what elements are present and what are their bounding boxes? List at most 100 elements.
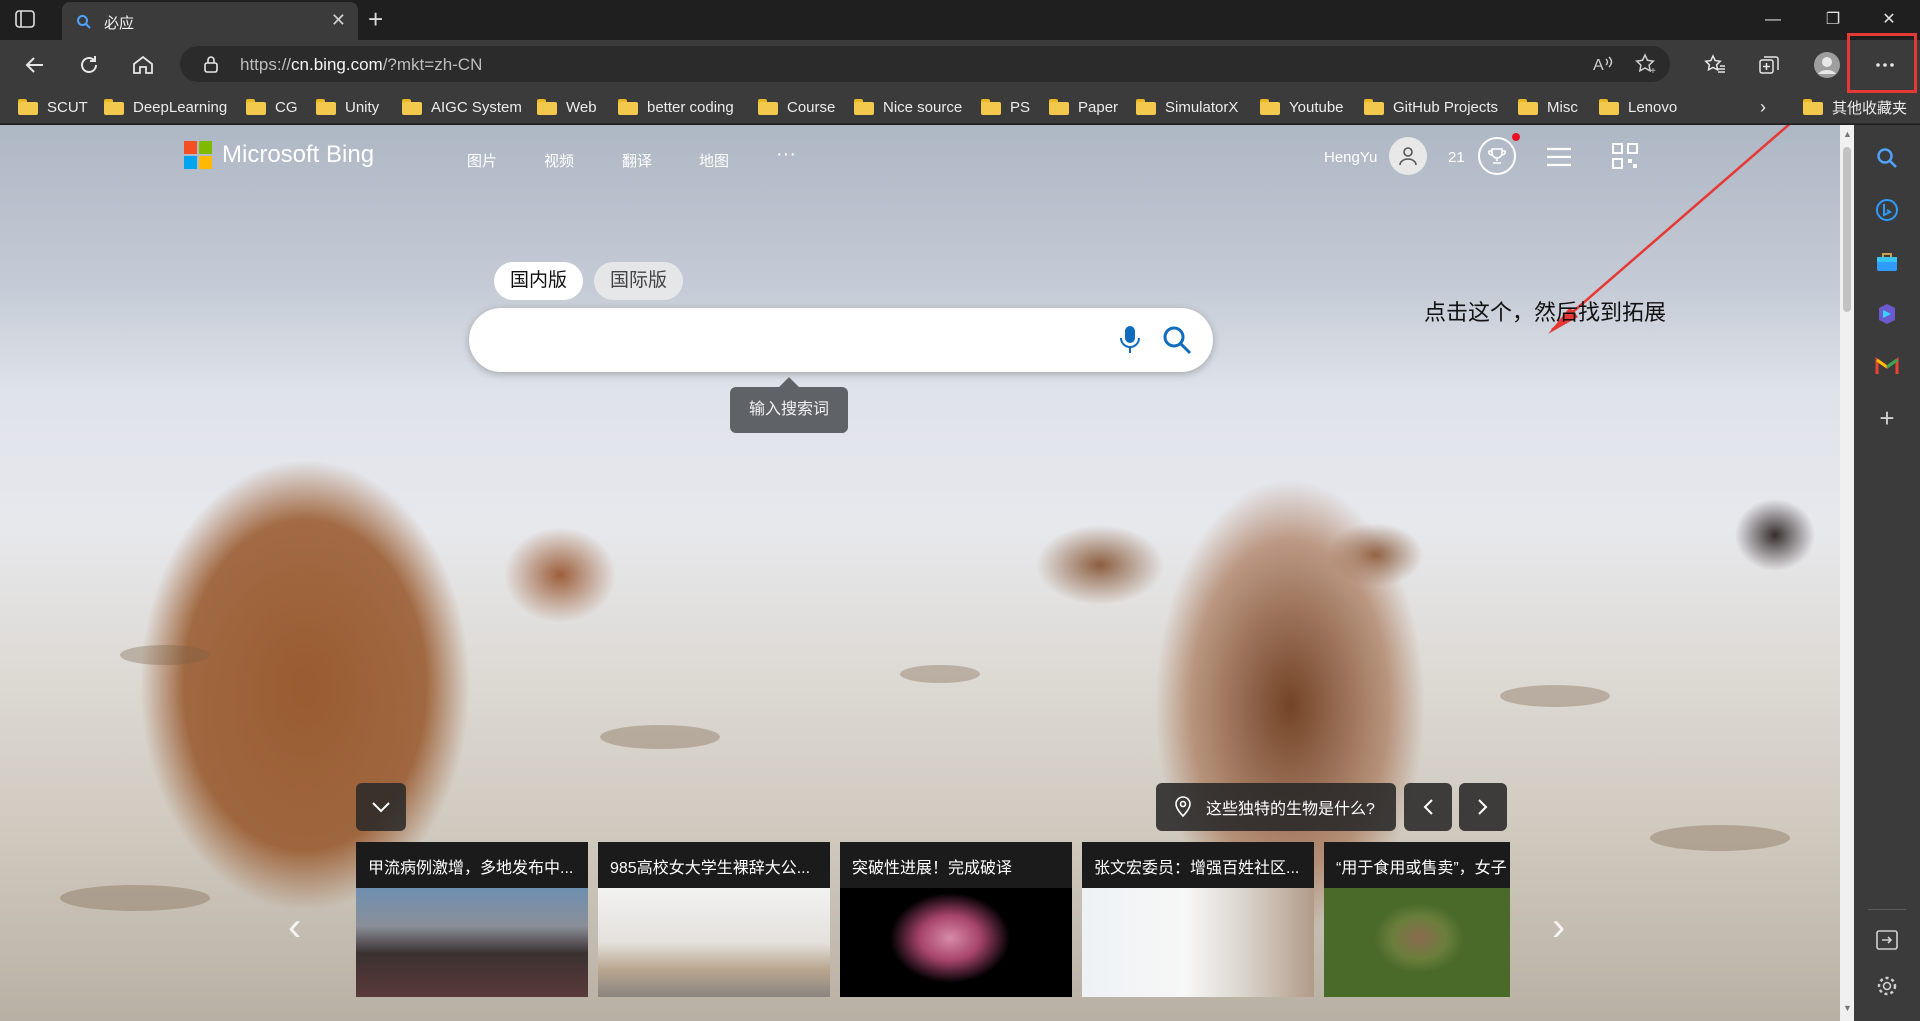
folder-icon [1364, 99, 1384, 115]
background-detail [60, 885, 210, 911]
news-card[interactable]: “用于食用或售卖”，女子 [1324, 842, 1510, 997]
bookmark-folder[interactable]: DeepLearning [104, 96, 227, 118]
news-thumbnail [840, 888, 1072, 997]
rewards-points[interactable]: 21 [1448, 149, 1465, 166]
news-thumbnail [1082, 888, 1314, 997]
bookmark-folder[interactable]: SCUT [18, 96, 88, 118]
version-domestic-tab[interactable]: 国内版 [494, 262, 584, 300]
folder-icon [1518, 99, 1538, 115]
image-quiz-button[interactable]: 这些独特的生物是什么? [1156, 783, 1396, 831]
svg-text:+: + [1650, 66, 1656, 75]
folder-icon [537, 99, 557, 115]
bookmark-folder[interactable]: SimulatorX [1136, 96, 1238, 118]
office-icon[interactable] [1874, 301, 1900, 327]
sidebar-search-icon[interactable] [1874, 145, 1900, 171]
toolbar: https://cn.bing.com/?mkt=zh-CN A + [0, 40, 1920, 88]
chevron-left-icon [1423, 799, 1433, 815]
nav-more[interactable]: ··· [776, 143, 796, 166]
bookmark-folder[interactable]: Lenovo [1599, 96, 1677, 118]
refresh-button[interactable] [74, 50, 104, 80]
scroll-down-arrow[interactable]: ▼ [1843, 1003, 1852, 1013]
bookmarks-bar: SCUT DeepLearning CG Unity AIGC System W… [0, 88, 1920, 124]
gmail-icon[interactable] [1874, 353, 1900, 379]
annotation-text: 点击这个，然后找到拓展 [1424, 300, 1667, 325]
home-button[interactable] [128, 50, 158, 80]
folder-icon [104, 99, 124, 115]
tab-actions-icon[interactable] [14, 8, 44, 32]
close-window-button[interactable]: ✕ [1866, 6, 1912, 34]
news-card[interactable]: 张文宏委员：增强百姓社区... [1082, 842, 1314, 997]
version-international-tab[interactable]: 国际版 [594, 262, 684, 300]
bookmark-folder[interactable]: Web [537, 96, 597, 118]
nav-images[interactable]: 图片 [467, 150, 497, 171]
bookmark-folder[interactable]: Course [758, 96, 835, 118]
collapse-feed-button[interactable] [356, 783, 406, 831]
user-name[interactable]: HengYu [1324, 149, 1377, 166]
page-scrollbar[interactable]: ▲ ▼ [1840, 125, 1854, 1021]
other-bookmarks-folder[interactable]: 其他收藏夹 [1803, 96, 1907, 118]
rewards-trophy-icon[interactable] [1478, 137, 1516, 175]
background-detail [120, 645, 210, 665]
sidebar-divider [1868, 909, 1906, 910]
person-icon [1399, 147, 1417, 166]
bookmark-folder[interactable]: GitHub Projects [1364, 96, 1498, 118]
back-button[interactable] [20, 50, 50, 80]
sidebar-settings-gear-icon[interactable] [1874, 973, 1900, 999]
minimize-button[interactable]: — [1750, 6, 1796, 34]
bookmark-folder[interactable]: AIGC System [402, 96, 522, 118]
search-icon[interactable] [1162, 325, 1192, 360]
add-favorite-icon[interactable]: + [1635, 53, 1659, 80]
address-bar[interactable]: https://cn.bing.com/?mkt=zh-CN A + [180, 46, 1670, 82]
bookmark-folder[interactable]: better coding [618, 96, 734, 118]
add-sidebar-app-icon[interactable]: + [1874, 403, 1900, 433]
carousel-prev-arrow[interactable]: ‹ [288, 905, 301, 950]
hide-sidebar-icon[interactable] [1874, 927, 1900, 953]
scroll-up-arrow[interactable]: ▲ [1843, 129, 1852, 139]
folder-icon [246, 99, 266, 115]
folder-icon [618, 99, 638, 115]
nav-maps[interactable]: 地图 [699, 150, 729, 171]
carousel-next-arrow[interactable]: › [1552, 905, 1565, 950]
more-bookmarks-chevron-icon[interactable]: › [1760, 96, 1766, 118]
user-avatar[interactable] [1389, 137, 1427, 175]
next-image-button[interactable] [1459, 783, 1507, 831]
scrollbar-thumb[interactable] [1843, 147, 1851, 312]
bookmark-folder[interactable]: Youtube [1260, 96, 1344, 118]
collections-icon[interactable] [1754, 50, 1784, 80]
news-card[interactable]: 甲流病例激增，多地发布中... [356, 842, 588, 997]
bookmark-folder[interactable]: Nice source [854, 96, 962, 118]
previous-image-button[interactable] [1404, 783, 1452, 831]
bing-chat-icon[interactable] [1874, 197, 1900, 223]
nav-translate[interactable]: 翻译 [622, 150, 652, 171]
url-text[interactable]: https://cn.bing.com/?mkt=zh-CN [240, 55, 482, 75]
lock-icon[interactable] [202, 55, 220, 78]
svg-text:A: A [1593, 57, 1604, 74]
news-thumbnail [598, 888, 830, 997]
folder-icon [854, 99, 874, 115]
tools-briefcase-icon[interactable] [1874, 249, 1900, 275]
bookmark-folder[interactable]: Misc [1518, 96, 1578, 118]
nav-videos[interactable]: 视频 [544, 150, 574, 171]
bookmark-folder[interactable]: Paper [1049, 96, 1118, 118]
folder-icon [402, 99, 422, 115]
new-tab-button[interactable]: + [368, 6, 383, 32]
folder-icon [1599, 99, 1619, 115]
restore-button[interactable]: ❐ [1810, 6, 1856, 34]
search-input[interactable] [469, 308, 1213, 372]
bookmark-folder[interactable]: PS [981, 96, 1030, 118]
brand-name: Microsoft Bing [222, 141, 375, 168]
folder-icon [1049, 99, 1069, 115]
profile-avatar[interactable] [1812, 50, 1842, 80]
close-tab-icon[interactable]: ✕ [331, 10, 346, 31]
news-card[interactable]: 突破性进展！完成破译 [840, 842, 1072, 997]
bing-logo[interactable]: Microsoft Bing [184, 141, 374, 169]
news-headline: “用于食用或售卖”，女子 [1336, 860, 1507, 877]
folder-icon [1136, 99, 1156, 115]
news-card[interactable]: 985高校女大学生裸辞大公... [598, 842, 830, 997]
microphone-icon[interactable] [1119, 325, 1141, 360]
read-aloud-icon[interactable]: A [1592, 53, 1616, 80]
favorites-icon[interactable] [1700, 50, 1730, 80]
bookmark-folder[interactable]: CG [246, 96, 298, 118]
bookmark-folder[interactable]: Unity [316, 96, 379, 118]
tab-bing[interactable]: 必应 ✕ [62, 2, 358, 40]
